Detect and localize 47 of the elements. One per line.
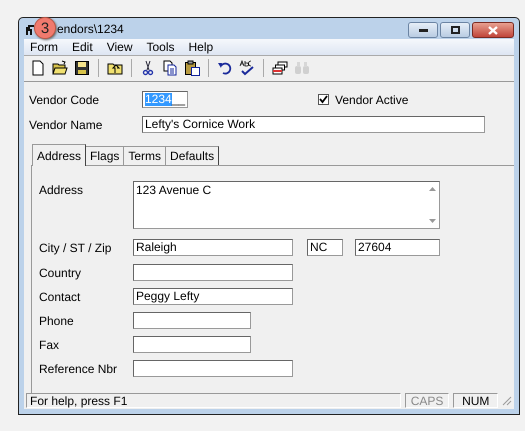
vendor-code-field[interactable]: 1234__ [142, 91, 188, 108]
input-field[interactable]: Peggy Lefty [133, 288, 293, 305]
menu-item[interactable]: View [100, 40, 140, 54]
tab[interactable]: Defaults [165, 146, 220, 165]
field-label: Fax [39, 336, 60, 352]
field-label: City / ST / Zip [39, 240, 112, 255]
tab[interactable]: Flags [85, 146, 124, 165]
field-label: Country [39, 264, 82, 280]
minimize-button[interactable] [408, 22, 438, 38]
menu-item[interactable]: Form [24, 40, 66, 54]
field-label: Reference Nbr [39, 360, 118, 376]
paste-button[interactable] [182, 58, 202, 78]
minimize-icon [418, 28, 428, 32]
maximize-button[interactable] [440, 22, 470, 38]
vendor-active-checkbox[interactable]: Vendor Active [318, 92, 408, 107]
input-field[interactable] [133, 312, 251, 329]
input-field[interactable]: Raleigh [133, 238, 293, 256]
tab[interactable]: Address [32, 144, 86, 166]
checkmark-icon [319, 95, 328, 104]
input-field[interactable] [133, 264, 293, 281]
field-label: Vendor Code [29, 92, 100, 107]
close-icon [488, 26, 498, 34]
step-badge: 3 [34, 17, 56, 39]
resize-grip[interactable] [502, 396, 512, 406]
field-label: Address [39, 182, 84, 197]
status-indicator: CAPS [404, 393, 450, 408]
menu-item[interactable]: Tools [140, 40, 182, 54]
status-message: For help, press F1 [26, 393, 401, 408]
scroll-down-icon[interactable] [428, 218, 436, 223]
app-icon [25, 22, 35, 34]
scroll-up-icon[interactable] [428, 186, 436, 191]
input-field[interactable]: 27604 [355, 238, 440, 256]
close-button[interactable] [472, 22, 514, 38]
menu-item[interactable]: Help [182, 40, 222, 54]
tab[interactable]: Terms [123, 146, 166, 165]
field-label: Vendor Name [29, 118, 104, 132]
field-label: Contact [39, 288, 82, 304]
input-field[interactable] [133, 360, 293, 377]
window-title: endors\1234 [57, 22, 124, 36]
input-field[interactable]: NC [307, 238, 343, 256]
menu-item[interactable]: Edit [66, 40, 101, 54]
address-field[interactable]: 123 Avenue C [133, 180, 440, 229]
status-indicator: NUM [453, 393, 498, 408]
maximize-icon [450, 26, 460, 34]
field-label: Phone [39, 312, 75, 328]
input-field[interactable] [133, 336, 251, 353]
vendor-name-field[interactable]: Lefty's Cornice Work [142, 116, 485, 134]
